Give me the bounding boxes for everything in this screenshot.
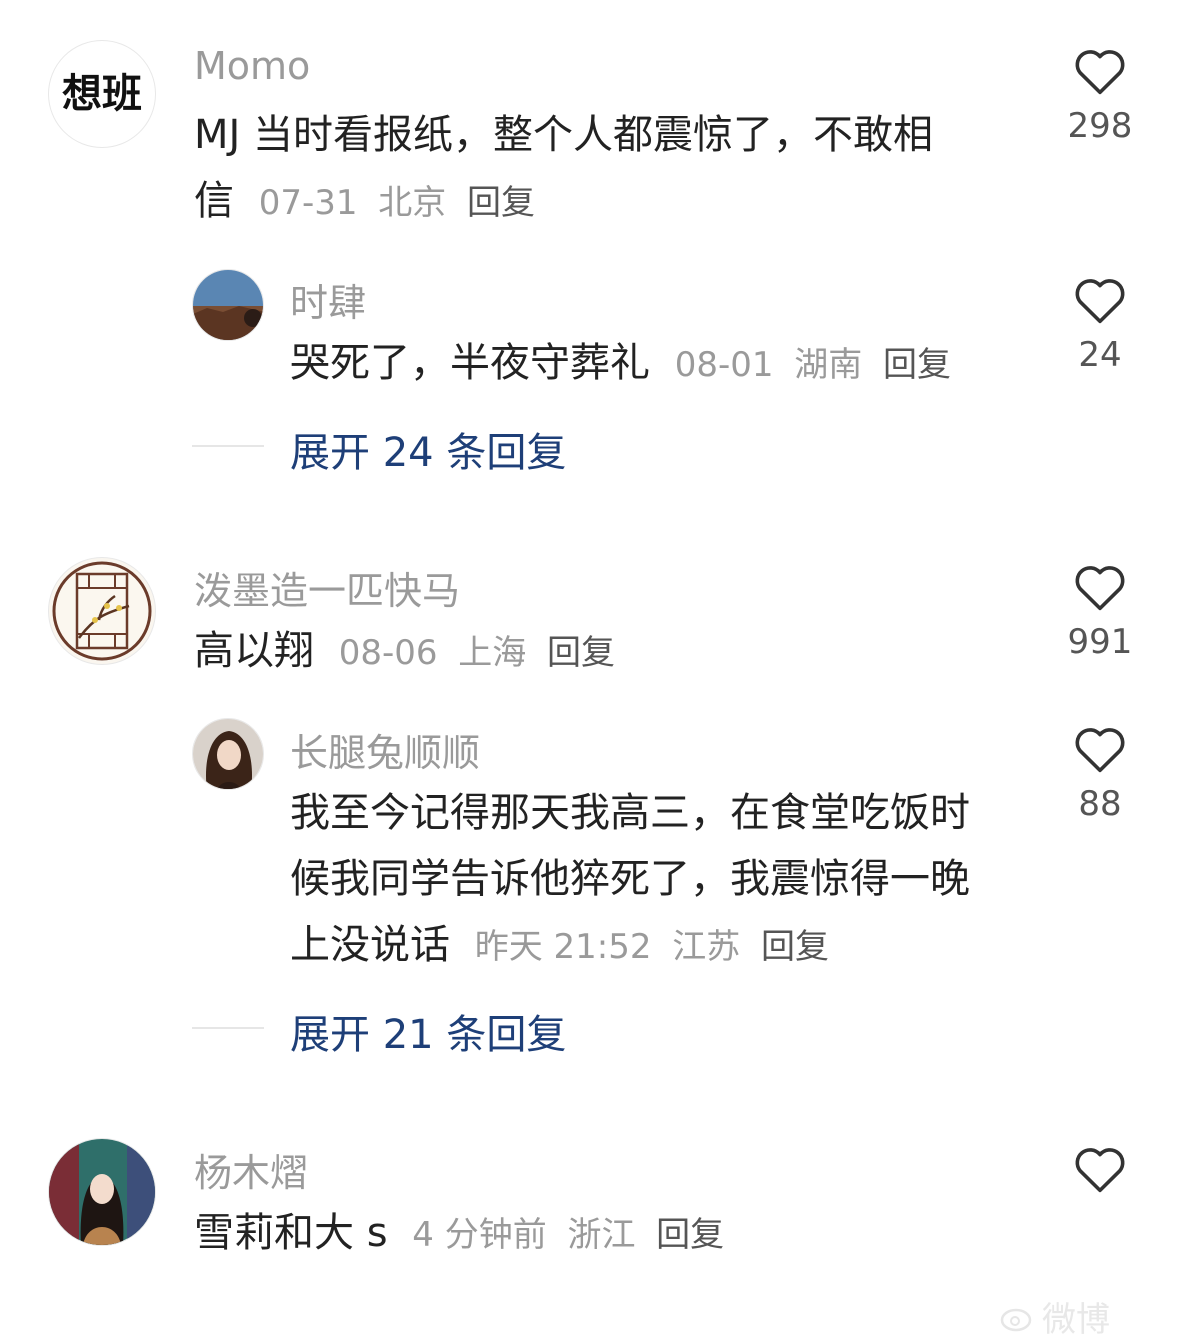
reply-button[interactable]: 回复 — [761, 927, 829, 967]
avatar-text: 想班 — [62, 71, 142, 117]
reply-button[interactable]: 回复 — [547, 633, 615, 673]
comment-text-line: MJ 当时看报纸，整个人都震惊了，不敢相 — [194, 112, 934, 158]
avatar[interactable] — [48, 557, 156, 665]
avatar[interactable] — [192, 269, 264, 341]
avatar[interactable] — [192, 718, 264, 790]
avatar[interactable]: 想班 — [48, 40, 156, 148]
comment-location: 江苏 — [672, 927, 741, 967]
comment-text: 雪莉和大 s 4 分钟前 浙江 回复 — [194, 1200, 724, 1268]
like-count: 991 — [1067, 622, 1133, 662]
like-count: 88 — [1078, 784, 1122, 824]
reply-button[interactable]: 回复 — [467, 183, 535, 223]
expand-replies-button[interactable]: 展开 21 条回复 — [290, 1002, 566, 1060]
like-button[interactable]: 24 — [1040, 275, 1160, 375]
comment-username[interactable]: Momo — [194, 44, 310, 88]
comment-location: 上海 — [458, 633, 527, 673]
reply-text: 哭死了，半夜守葬礼 — [290, 340, 650, 386]
comment-location: 浙江 — [567, 1215, 636, 1255]
reply-button[interactable]: 回复 — [883, 345, 951, 385]
expand-replies-button[interactable]: 展开 24 条回复 — [290, 420, 566, 478]
avatar-image — [49, 1139, 155, 1245]
comment-date: 08-06 — [338, 633, 438, 673]
comment-username[interactable]: 杨木熠 — [194, 1142, 308, 1197]
divider — [192, 445, 264, 447]
avatar-image — [52, 561, 152, 661]
comment-text: 高以翔 08-06 上海 回复 — [194, 618, 615, 686]
like-button[interactable] — [1040, 1144, 1160, 1194]
reply-text-last: 上没说话 — [290, 922, 450, 968]
reply-text-line: 上没说话 昨天 21:52 江苏 回复 — [290, 912, 1030, 980]
reply-text-line: 我至今记得那天我高三，在食堂吃饭时 — [290, 790, 970, 836]
comment-date: 昨天 21:52 — [474, 927, 652, 967]
like-count: 298 — [1067, 106, 1133, 146]
comment-body: 高以翔 — [194, 628, 314, 674]
comment-text: 我至今记得那天我高三，在食堂吃饭时 候我同学告诉他猝死了，我震惊得一晚 上没说话… — [290, 780, 1030, 980]
avatar-image — [193, 719, 263, 789]
heart-icon — [1075, 566, 1125, 611]
heart-icon — [1075, 728, 1125, 773]
heart-icon — [1075, 50, 1125, 95]
like-count: 24 — [1078, 335, 1122, 375]
divider — [192, 1027, 264, 1029]
like-button[interactable]: 88 — [1040, 724, 1160, 824]
comment-text-line: 信 07-31 北京 回复 — [194, 168, 1024, 236]
comment-text-cont: 信 — [194, 178, 234, 224]
reply-button[interactable]: 回复 — [656, 1215, 724, 1255]
heart-icon — [1075, 279, 1125, 324]
comment-date: 08-01 — [674, 345, 774, 385]
comment-location: 湖南 — [794, 345, 863, 385]
comment-date: 4 分钟前 — [412, 1215, 547, 1255]
comment-text: 哭死了，半夜守葬礼 08-01 湖南 回复 — [290, 330, 951, 398]
comment-username[interactable]: 长腿兔顺顺 — [290, 722, 480, 777]
avatar[interactable] — [48, 1138, 156, 1246]
comment-body: 雪莉和大 s — [194, 1210, 388, 1256]
comment-username[interactable]: 泼墨造一匹快马 — [194, 560, 460, 615]
weibo-logo-icon — [1000, 1308, 1032, 1331]
comment-username[interactable]: 时肆 — [290, 272, 366, 327]
comment-date: 07-31 — [258, 183, 358, 223]
like-button[interactable]: 298 — [1040, 46, 1160, 146]
like-button[interactable]: 991 — [1040, 562, 1160, 662]
comment-location: 北京 — [378, 183, 447, 223]
avatar-image — [193, 270, 263, 340]
reply-text-line: 候我同学告诉他猝死了，我震惊得一晚 — [290, 856, 970, 902]
heart-icon — [1075, 1148, 1125, 1193]
comment-text: MJ 当时看报纸，整个人都震惊了，不敢相 信 07-31 北京 回复 — [194, 102, 1024, 236]
